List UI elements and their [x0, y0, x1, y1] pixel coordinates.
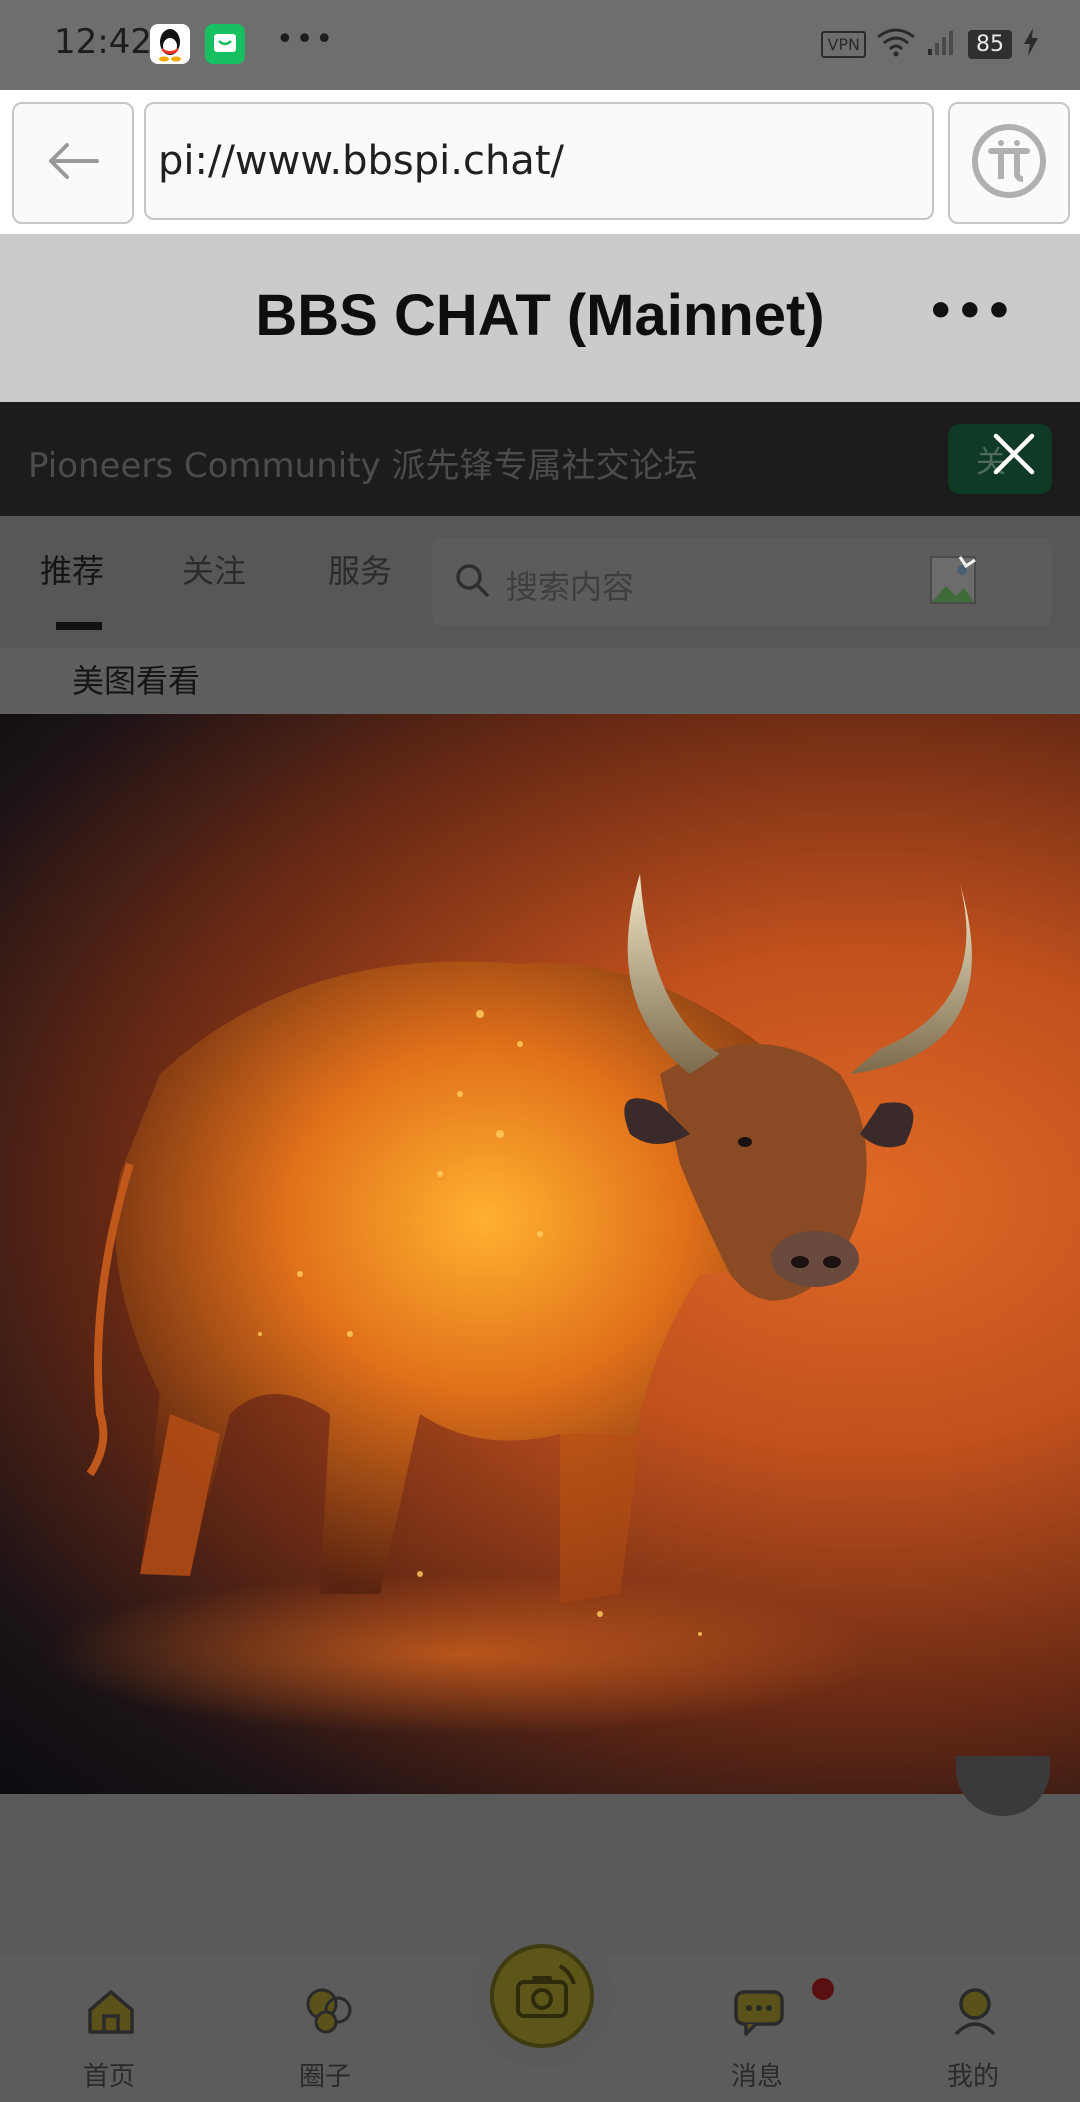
active-tab-indicator: [56, 622, 102, 630]
search-icon: [454, 562, 490, 602]
page-title: BBS CHAT (Mainnet): [255, 283, 825, 348]
circles-icon: [300, 1984, 354, 2038]
close-icon[interactable]: [990, 430, 1038, 478]
tab-recommend[interactable]: 推荐: [40, 546, 104, 592]
status-time: 12:42: [54, 22, 152, 62]
vpn-badge: VPN: [821, 30, 866, 58]
app-header: BBS CHAT (Mainnet) •••: [0, 234, 1080, 402]
arrow-left-icon: [45, 141, 101, 185]
nav-item-mine[interactable]: 我的: [898, 1956, 1048, 2102]
status-right-group: VPN 85: [821, 24, 1040, 64]
status-bar: 12:42 ••• VPN 85: [0, 0, 1080, 90]
signal-icon: [926, 27, 958, 61]
wechat-icon: [205, 24, 245, 64]
nav-label-mine: 我的: [946, 2062, 999, 2092]
tabs-area: 推荐 关注 服务 搜索内容 美图看看: [0, 516, 1080, 714]
community-banner: Pioneers Community 派先锋专属社交论坛 关: [0, 402, 1080, 516]
notification-dot: [812, 1978, 834, 2000]
charging-icon: [1022, 27, 1040, 61]
tab-service[interactable]: 服务: [328, 546, 392, 592]
battery-level: 85: [968, 29, 1012, 59]
bull-illustration: [40, 874, 972, 1734]
nav-label-messages: 消息: [730, 2062, 783, 2092]
tab-follow[interactable]: 关注: [182, 546, 246, 592]
home-icon: [84, 1984, 138, 2038]
broken-image-icon: [930, 556, 976, 604]
wifi-icon: [876, 27, 916, 61]
screen: 12:42 ••• VPN 85 pi://www.bbspi.chat/ BB…: [0, 0, 1080, 2102]
nav-item-messages[interactable]: 消息: [682, 1956, 832, 2102]
banner-text: Pioneers Community 派先锋专属社交论坛: [28, 446, 698, 486]
back-button[interactable]: [12, 102, 134, 224]
camera-button[interactable]: [490, 1944, 594, 2048]
more-options-button[interactable]: •••: [927, 286, 1014, 337]
nav-item-home[interactable]: 首页: [34, 1956, 184, 2102]
subtab-beautiful-pictures[interactable]: 美图看看: [72, 656, 200, 702]
pi-logo-icon: [969, 121, 1049, 205]
qq-icon: [150, 24, 190, 64]
status-more-icon: •••: [276, 22, 336, 57]
search-placeholder: 搜索内容: [506, 568, 635, 606]
profile-icon: [948, 1984, 1002, 2038]
chat-bubble-icon: [732, 1984, 786, 2038]
url-field[interactable]: pi://www.bbspi.chat/: [144, 102, 934, 220]
camera-icon: [516, 1964, 576, 2018]
nav-label-home: 首页: [82, 2062, 135, 2092]
pi-network-button[interactable]: [948, 102, 1070, 224]
bull-image-preview[interactable]: [0, 714, 1080, 1794]
browser-toolbar: pi://www.bbspi.chat/: [0, 90, 1080, 236]
nav-label-circle: 圈子: [298, 2062, 351, 2092]
nav-item-circle[interactable]: 圈子: [250, 1956, 400, 2102]
